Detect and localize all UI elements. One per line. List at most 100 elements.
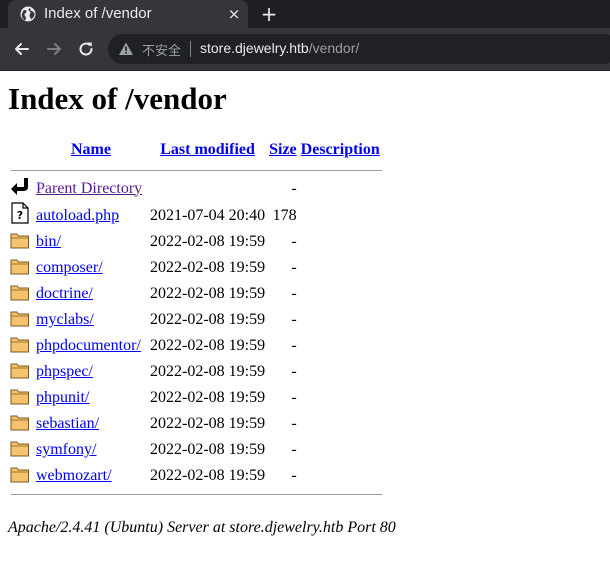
sort-by-modified-link[interactable]: Last modified — [160, 141, 255, 158]
description-cell — [299, 437, 382, 463]
size-cell: - — [291, 311, 297, 328]
url-text[interactable]: store.djewelry.htb/vendor/ — [200, 40, 359, 56]
sort-by-size-link[interactable]: Size — [269, 141, 297, 158]
parent-directory-row: Parent Directory - — [8, 175, 382, 202]
size-cell: - — [291, 467, 297, 484]
description-cell — [299, 463, 382, 489]
modified-cell: 2022-02-08 19:59 — [150, 233, 266, 250]
modified-cell: 2022-02-08 19:59 — [150, 415, 266, 432]
listing-row: webmozart/2022-02-08 19:59 - — [8, 463, 382, 489]
size-cell: - — [291, 389, 297, 406]
description-cell — [299, 229, 382, 255]
description-cell — [299, 255, 382, 281]
svg-text:?: ? — [17, 209, 23, 222]
size-cell: - — [291, 415, 297, 432]
listing-row: composer/2022-02-08 19:59 - — [8, 255, 382, 281]
description-cell — [299, 202, 382, 229]
listing-row: phpunit/2022-02-08 19:59 - — [8, 385, 382, 411]
modified-cell: 2022-02-08 19:59 — [150, 389, 266, 406]
description-cell — [299, 333, 382, 359]
listing-row: myclabs/2022-02-08 19:59 - — [8, 307, 382, 333]
folder-icon — [10, 415, 30, 436]
size-cell: - — [291, 285, 297, 302]
modified-cell: 2022-02-08 19:59 — [150, 467, 266, 484]
size-cell: - — [291, 179, 297, 197]
tab-strip: Index of /vendor × + — [0, 0, 610, 28]
horizontal-rule — [11, 493, 382, 495]
modified-cell: 2022-02-08 19:59 — [150, 337, 266, 354]
back-arrow-icon[interactable] — [12, 39, 32, 59]
close-tab-icon[interactable]: × — [224, 4, 244, 24]
description-cell — [299, 359, 382, 385]
size-cell: 178 — [272, 206, 297, 224]
browser-tab[interactable]: Index of /vendor × — [8, 0, 248, 28]
horizontal-rule — [11, 169, 382, 171]
description-cell — [299, 281, 382, 307]
directory-listing: Name Last modified Size Description Pare… — [8, 135, 382, 499]
sort-by-name-link[interactable]: Name — [71, 141, 111, 158]
modified-cell: 2022-02-08 19:59 — [150, 441, 266, 458]
listing-row: symfony/2022-02-08 19:59 - — [8, 437, 382, 463]
page-title: Index of /vendor — [8, 81, 227, 116]
folder-icon — [10, 337, 30, 358]
icon-column-header — [8, 135, 34, 165]
folder-icon — [10, 233, 30, 254]
security-label[interactable]: 不安全 — [142, 40, 181, 59]
entry-link[interactable]: phpdocumentor/ — [36, 337, 141, 354]
modified-cell: 2022-02-08 19:59 — [150, 285, 266, 302]
name-column-header: Name — [34, 135, 148, 165]
browser-toolbar: 不安全 store.djewelry.htb/vendor/ — [0, 28, 610, 71]
folder-icon — [10, 441, 30, 462]
entry-link[interactable]: bin/ — [36, 233, 61, 250]
sort-by-description-link[interactable]: Description — [301, 141, 380, 158]
folder-icon — [10, 363, 30, 384]
parent-directory-link[interactable]: Parent Directory — [36, 180, 142, 197]
size-cell: - — [291, 363, 297, 380]
modified-cell: 2022-02-08 19:59 — [150, 363, 266, 380]
listing-row: sebastian/2022-02-08 19:59 - — [8, 411, 382, 437]
entry-link[interactable]: phpspec/ — [36, 363, 93, 380]
folder-icon — [10, 467, 30, 488]
size-cell: - — [291, 233, 297, 250]
folder-icon — [10, 259, 30, 280]
reload-icon[interactable] — [76, 39, 96, 59]
folder-icon — [10, 311, 30, 332]
divider — [190, 41, 191, 57]
entry-link[interactable]: symfony/ — [36, 441, 96, 458]
page-content: Index of /vendor Name Last modified Size… — [0, 71, 610, 574]
size-cell: - — [291, 259, 297, 276]
entry-link[interactable]: composer/ — [36, 259, 103, 276]
size-column-header: Size — [267, 135, 299, 165]
entry-link[interactable]: webmozart/ — [36, 467, 112, 484]
size-cell: - — [291, 441, 297, 458]
globe-icon — [20, 6, 36, 22]
new-tab-button[interactable]: + — [258, 3, 280, 25]
file-unknown-icon: ? — [10, 202, 30, 228]
listing-row: doctrine/2022-02-08 19:59 - — [8, 281, 382, 307]
entry-link[interactable]: phpunit/ — [36, 389, 89, 406]
entry-link[interactable]: myclabs/ — [36, 311, 94, 328]
forward-arrow-icon[interactable] — [44, 39, 64, 59]
url-path: /vendor/ — [308, 40, 360, 56]
description-cell — [299, 307, 382, 333]
description-column-header: Description — [299, 135, 382, 165]
modified-column-header: Last modified — [148, 135, 267, 165]
listing-row: bin/2022-02-08 19:59 - — [8, 229, 382, 255]
modified-cell: 2021-07-04 20:40 — [150, 206, 266, 224]
entry-link[interactable]: autoload.php — [36, 207, 119, 224]
url-host: store.djewelry.htb — [200, 40, 309, 56]
address-bar[interactable]: 不安全 store.djewelry.htb/vendor/ — [108, 34, 610, 64]
separator-row — [8, 165, 382, 175]
tab-title: Index of /vendor — [44, 5, 152, 22]
back-arrow-icon — [10, 178, 30, 201]
folder-icon — [10, 285, 30, 306]
folder-icon — [10, 389, 30, 410]
server-signature: Apache/2.4.41 (Ubuntu) Server at store.d… — [8, 519, 396, 536]
listing-row: phpdocumentor/2022-02-08 19:59 - — [8, 333, 382, 359]
warning-icon[interactable] — [118, 41, 134, 57]
entry-link[interactable]: doctrine/ — [36, 285, 93, 302]
listing-row: ? autoload.php 2021-07-04 20:40 178 — [8, 202, 382, 229]
modified-cell: 2022-02-08 19:59 — [150, 259, 266, 276]
modified-cell: 2022-02-08 19:59 — [150, 311, 266, 328]
entry-link[interactable]: sebastian/ — [36, 415, 99, 432]
